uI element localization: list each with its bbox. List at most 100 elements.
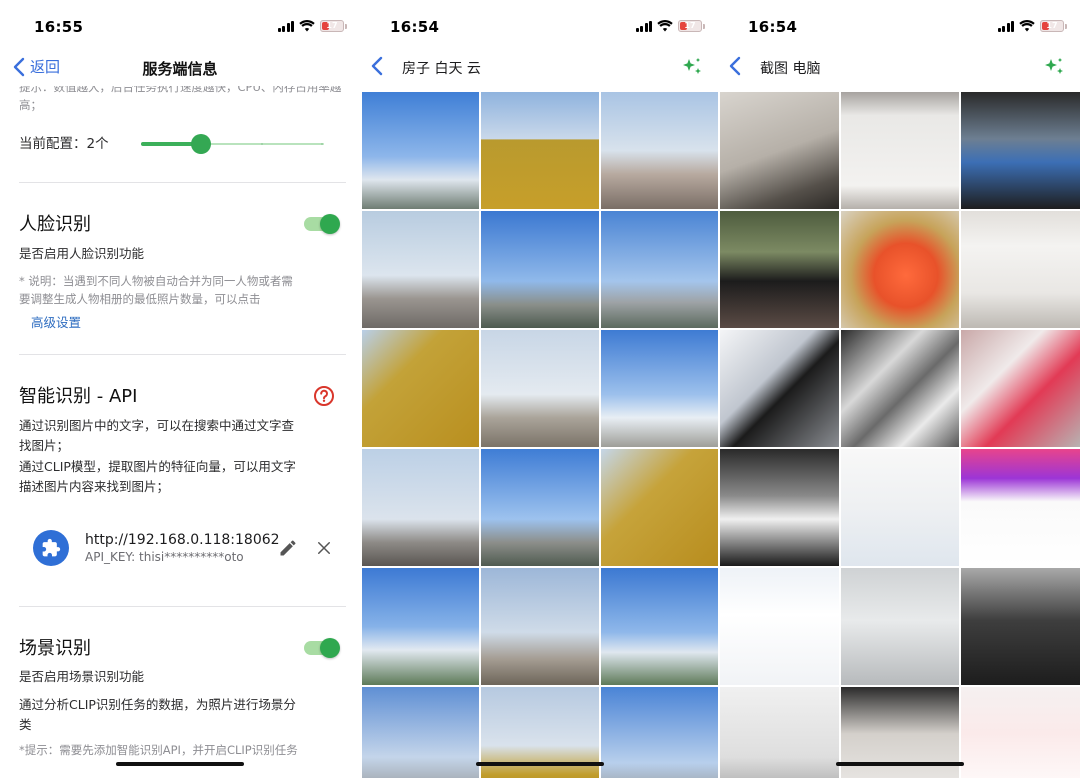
photo-thumbnail[interactable] — [362, 449, 480, 566]
scene-recognition-toggle[interactable] — [304, 638, 340, 658]
scene-desc: 通过分析CLIP识别任务的数据，为照片进行场景分类 — [19, 697, 296, 732]
photo-thumbnail[interactable] — [840, 330, 960, 447]
status-bar: 16:54 17 — [720, 0, 1080, 50]
chevron-left-icon — [13, 57, 25, 76]
photo-thumbnail[interactable] — [481, 211, 599, 328]
home-indicator — [836, 762, 964, 766]
status-time: 16:55 — [34, 18, 84, 36]
photo-thumbnail[interactable] — [840, 92, 960, 209]
photo-thumbnail[interactable] — [961, 568, 1080, 685]
photo-thumbnail[interactable] — [840, 568, 960, 685]
photo-thumbnail[interactable] — [840, 211, 960, 328]
puzzle-icon — [33, 530, 69, 566]
status-time: 16:54 — [390, 18, 440, 36]
status-bar: 16:55 17 — [0, 0, 360, 50]
question-circle-icon[interactable] — [313, 385, 335, 407]
photo-thumbnail[interactable] — [961, 687, 1080, 778]
photo-thumbnail[interactable] — [600, 92, 718, 209]
face-section-title: 人脸识别 — [19, 214, 91, 235]
photo-thumbnail[interactable] — [720, 92, 839, 209]
divider — [19, 182, 346, 183]
cellular-signal-icon — [997, 20, 1014, 32]
face-enable-label: 是否启用人脸识别功能 — [19, 246, 145, 261]
photo-thumbnail[interactable] — [720, 330, 839, 447]
status-icons: 17 — [277, 20, 347, 32]
divider — [19, 606, 346, 607]
settings-screen: 16:55 17 返回 服务端信息 提示：数值越大，后台任务执行速度越快，CPU… — [0, 0, 360, 778]
scene-hint: *提示：需要先添加智能识别API，并开启CLIP识别任务 — [19, 743, 298, 757]
status-icons: 17 — [635, 20, 705, 32]
chevron-left-icon — [371, 56, 383, 76]
home-indicator — [116, 762, 244, 766]
photo-thumbnail[interactable] — [481, 92, 599, 209]
battery-icon: 17 — [320, 20, 347, 32]
back-button[interactable] — [728, 56, 742, 76]
api-server-url: http://192.168.0.118:18062 — [85, 532, 280, 548]
photo-thumbnail[interactable] — [840, 449, 960, 566]
battery-level: 17 — [326, 21, 338, 30]
back-button[interactable]: 返回 — [12, 56, 60, 77]
sparkle-icon[interactable] — [680, 56, 704, 80]
battery-level: 17 — [1046, 21, 1058, 30]
worker-count-slider[interactable] — [141, 134, 324, 154]
photo-thumbnail[interactable] — [362, 568, 480, 685]
photo-thumbnail[interactable] — [600, 211, 718, 328]
nav-bar: 房子 白天 云 — [362, 50, 718, 86]
nav-bar: 返回 服务端信息 — [0, 50, 360, 86]
photo-thumbnail[interactable] — [600, 568, 718, 685]
edit-api-button[interactable] — [276, 536, 300, 560]
battery-icon: 17 — [1040, 20, 1067, 32]
scene-enable-label: 是否启用场景识别功能 — [19, 669, 145, 684]
settings-content: 提示：数值越大，后台任务执行速度越快，CPU、内存占用率越高； 当前配置：2个 … — [0, 86, 360, 778]
close-icon — [318, 542, 330, 554]
photo-thumbnail[interactable] — [481, 449, 599, 566]
home-indicator — [476, 762, 604, 766]
search-results-sky: 16:54 17 房子 白天 云 — [362, 0, 718, 778]
cellular-signal-icon — [277, 20, 294, 32]
status-time: 16:54 — [748, 18, 798, 36]
face-note: * 说明：当遇到不同人物被自动合并为同一人物或者需要调整生成人物相册的最低照片数… — [19, 274, 293, 306]
current-config-label: 当前配置：2个 — [19, 136, 109, 152]
search-results-pc: 16:54 17 截图 电脑 — [720, 0, 1080, 778]
photo-thumbnail[interactable] — [362, 330, 480, 447]
status-bar: 16:54 17 — [362, 0, 718, 50]
advanced-settings-link[interactable]: 高级设置 — [31, 312, 81, 331]
wifi-icon — [657, 20, 673, 32]
photo-thumbnail[interactable] — [362, 211, 480, 328]
back-label: 返回 — [30, 58, 61, 76]
photo-thumbnail[interactable] — [720, 687, 839, 778]
nav-bar: 截图 电脑 — [720, 50, 1080, 86]
smart-api-desc-clip: 通过CLIP模型，提取图片的特征向量，可以用文字描述图片内容来找到图片； — [19, 459, 296, 494]
photo-thumbnail[interactable] — [720, 449, 839, 566]
back-button[interactable] — [370, 56, 384, 76]
slider-thumb[interactable] — [191, 134, 212, 154]
photo-grid — [720, 92, 1080, 778]
smart-api-desc-ocr: 通过识别图片中的文字，可以在搜索中通过文字查找图片； — [19, 418, 295, 453]
sparkle-icon[interactable] — [1042, 56, 1066, 80]
photo-thumbnail[interactable] — [961, 449, 1080, 566]
photo-thumbnail[interactable] — [362, 92, 480, 209]
worker-hint: 提示：数值越大，后台任务执行速度越快，CPU、内存占用率越高； — [19, 86, 342, 112]
photo-thumbnail[interactable] — [600, 687, 718, 778]
face-recognition-toggle[interactable] — [304, 214, 340, 234]
toggle-knob — [320, 638, 340, 658]
photo-thumbnail[interactable] — [481, 568, 599, 685]
photo-thumbnail[interactable] — [720, 211, 839, 328]
api-server-item[interactable]: http://192.168.0.118:18062 API_KEY: this… — [33, 530, 280, 566]
photo-thumbnail[interactable] — [961, 92, 1080, 209]
toggle-knob — [320, 214, 340, 234]
delete-api-button[interactable] — [312, 536, 336, 560]
pencil-icon — [280, 540, 296, 556]
divider — [19, 354, 346, 355]
photo-thumbnail[interactable] — [600, 449, 718, 566]
photo-thumbnail[interactable] — [362, 687, 480, 778]
slider-tick — [321, 143, 323, 145]
photo-thumbnail[interactable] — [481, 330, 599, 447]
scene-section-title: 场景识别 — [19, 638, 91, 659]
photo-thumbnail[interactable] — [961, 211, 1080, 328]
photo-thumbnail[interactable] — [600, 330, 718, 447]
photo-thumbnail[interactable] — [961, 330, 1080, 447]
search-query: 截图 电脑 — [760, 61, 821, 77]
photo-thumbnail[interactable] — [720, 568, 839, 685]
photo-grid — [362, 92, 718, 778]
